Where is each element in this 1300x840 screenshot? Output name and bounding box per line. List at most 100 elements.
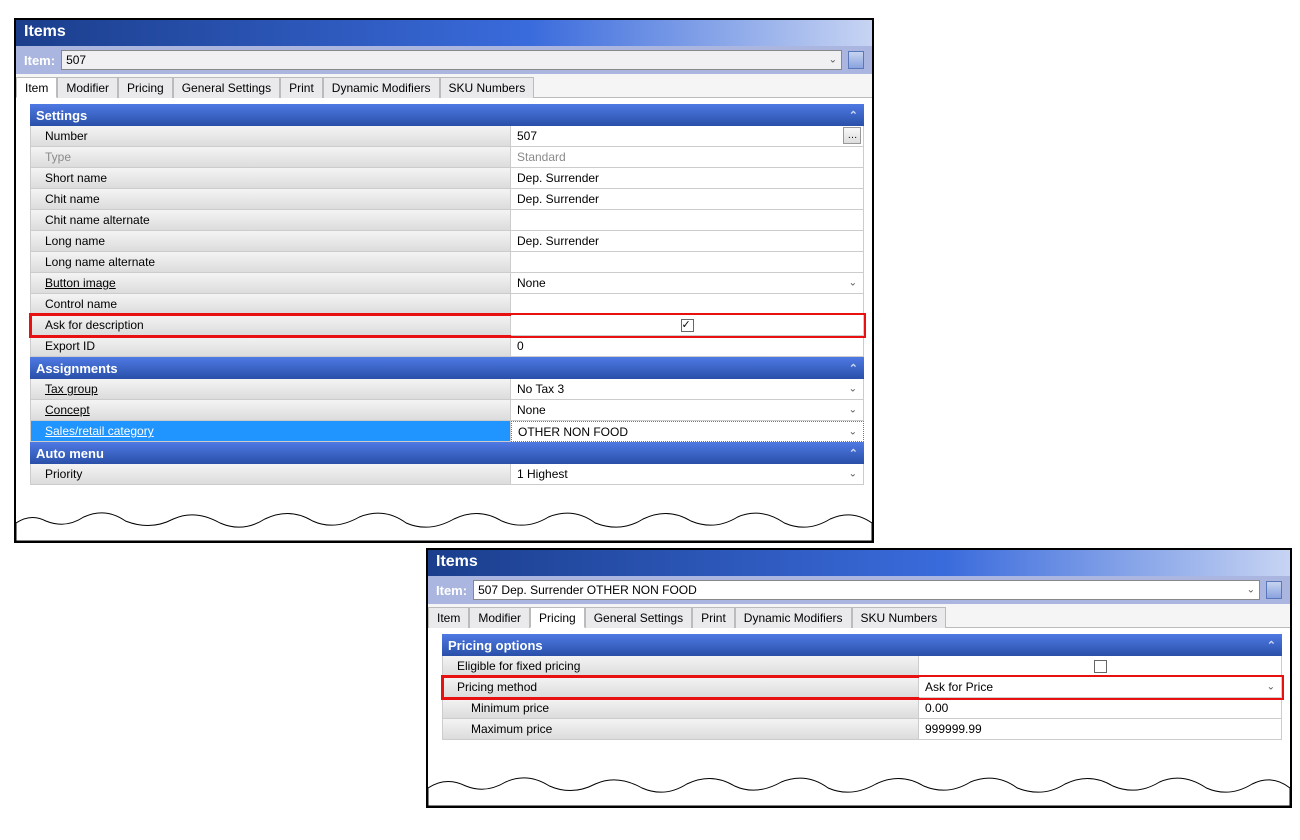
item-selector-row: Item: 507 ⌄ xyxy=(16,46,872,74)
row-chit-name: Chit name Dep. Surrender xyxy=(31,189,864,210)
value-min-price[interactable]: 0.00 xyxy=(919,698,1282,719)
item-dropdown-value: 507 xyxy=(66,53,86,67)
value-long-name-alt[interactable] xyxy=(511,252,864,273)
tab-strip: Item Modifier Pricing General Settings P… xyxy=(428,604,1290,628)
collapse-icon: ⌃ xyxy=(1267,639,1276,652)
tab-pricing[interactable]: Pricing xyxy=(530,607,585,628)
item-lookup-icon[interactable] xyxy=(848,51,864,69)
pricing-options-header-text: Pricing options xyxy=(448,638,543,653)
label-sales-retail: Sales/retail category xyxy=(31,421,511,442)
item-lookup-icon[interactable] xyxy=(1266,581,1282,599)
tab-strip: Item Modifier Pricing General Settings P… xyxy=(16,74,872,98)
row-chit-name-alt: Chit name alternate xyxy=(31,210,864,231)
torn-edge-decoration xyxy=(428,766,1290,806)
value-short-name[interactable]: Dep. Surrender xyxy=(511,168,864,189)
tab-modifier[interactable]: Modifier xyxy=(469,607,530,628)
value-control-name[interactable] xyxy=(511,294,864,315)
value-button-image[interactable]: None ⌄ xyxy=(511,273,864,294)
value-ask-desc[interactable] xyxy=(511,315,864,336)
row-type: Type Standard xyxy=(31,147,864,168)
row-sales-retail-category: Sales/retail category OTHER NON FOOD ⌄ xyxy=(31,421,864,442)
tab-print[interactable]: Print xyxy=(692,607,735,628)
tab-pricing[interactable]: Pricing xyxy=(118,77,173,98)
row-control-name: Control name xyxy=(31,294,864,315)
row-ask-for-description: Ask for description xyxy=(31,315,864,336)
label-number: Number xyxy=(31,126,511,147)
row-eligible-fixed: Eligible for fixed pricing xyxy=(443,656,1282,677)
chevron-down-icon: ⌄ xyxy=(849,278,857,289)
assignments-header[interactable]: Assignments ⌃ xyxy=(30,357,864,379)
value-pricing-method[interactable]: Ask for Price ⌄ xyxy=(919,677,1282,698)
tab-content: Settings ⌃ Number 507 … Type Standard Sh… xyxy=(16,98,872,485)
value-export-id[interactable]: 0 xyxy=(511,336,864,357)
chevron-down-icon: ⌄ xyxy=(1267,682,1275,693)
window-title-text: Items xyxy=(436,553,478,570)
row-tax-group: Tax group No Tax 3 ⌄ xyxy=(31,379,864,400)
item-dropdown[interactable]: 507 ⌄ xyxy=(61,50,842,70)
row-long-name: Long name Dep. Surrender xyxy=(31,231,864,252)
row-short-name: Short name Dep. Surrender xyxy=(31,168,864,189)
value-eligible-fixed[interactable] xyxy=(919,656,1282,677)
label-tax-group: Tax group xyxy=(31,379,511,400)
tab-dynamic-modifiers[interactable]: Dynamic Modifiers xyxy=(735,607,852,628)
label-export-id: Export ID xyxy=(31,336,511,357)
item-label: Item: xyxy=(436,583,467,598)
value-sales-retail[interactable]: OTHER NON FOOD ⌄ xyxy=(511,421,864,442)
label-chit-name: Chit name xyxy=(31,189,511,210)
value-tax-group[interactable]: No Tax 3 ⌄ xyxy=(511,379,864,400)
window-title-text: Items xyxy=(24,23,66,40)
label-long-name-alt: Long name alternate xyxy=(31,252,511,273)
row-pricing-method: Pricing method Ask for Price ⌄ xyxy=(443,677,1282,698)
chevron-down-icon: ⌄ xyxy=(849,384,857,395)
row-button-image: Button image None ⌄ xyxy=(31,273,864,294)
value-chit-name[interactable]: Dep. Surrender xyxy=(511,189,864,210)
tab-general-settings[interactable]: General Settings xyxy=(585,607,692,628)
value-long-name[interactable]: Dep. Surrender xyxy=(511,231,864,252)
assignments-grid: Tax group No Tax 3 ⌄ Concept None ⌄ Sale… xyxy=(30,379,864,442)
value-chit-name-alt[interactable] xyxy=(511,210,864,231)
chevron-down-icon: ⌄ xyxy=(829,55,837,66)
label-chit-name-alt: Chit name alternate xyxy=(31,210,511,231)
label-max-price: Maximum price xyxy=(443,719,919,740)
automenu-grid: Priority 1 Highest ⌄ xyxy=(30,464,864,485)
tab-item[interactable]: Item xyxy=(428,607,469,628)
chevron-down-icon: ⌄ xyxy=(849,426,857,437)
tab-sku-numbers[interactable]: SKU Numbers xyxy=(852,607,947,628)
eligible-fixed-checkbox[interactable] xyxy=(1094,660,1107,673)
tab-dynamic-modifiers[interactable]: Dynamic Modifiers xyxy=(323,77,440,98)
tab-content: Pricing options ⌃ Eligible for fixed pri… xyxy=(428,628,1290,740)
row-priority: Priority 1 Highest ⌄ xyxy=(31,464,864,485)
label-type: Type xyxy=(31,147,511,168)
ellipsis-button[interactable]: … xyxy=(843,127,861,144)
chevron-down-icon: ⌄ xyxy=(1247,585,1255,596)
label-eligible-fixed: Eligible for fixed pricing xyxy=(443,656,919,677)
pricing-options-header[interactable]: Pricing options ⌃ xyxy=(442,634,1282,656)
row-long-name-alt: Long name alternate xyxy=(31,252,864,273)
item-label: Item: xyxy=(24,53,55,68)
settings-header-text: Settings xyxy=(36,108,87,123)
label-long-name: Long name xyxy=(31,231,511,252)
ask-desc-checkbox[interactable] xyxy=(681,319,694,332)
item-dropdown-value: 507 Dep. Surrender OTHER NON FOOD xyxy=(478,583,697,597)
chevron-down-icon: ⌄ xyxy=(849,469,857,480)
label-control-name: Control name xyxy=(31,294,511,315)
collapse-icon: ⌃ xyxy=(849,109,858,122)
label-priority: Priority xyxy=(31,464,511,485)
automenu-header[interactable]: Auto menu ⌃ xyxy=(30,442,864,464)
window-title: Items xyxy=(16,20,872,46)
value-number[interactable]: 507 … xyxy=(511,126,864,147)
item-dropdown[interactable]: 507 Dep. Surrender OTHER NON FOOD ⌄ xyxy=(473,580,1260,600)
tab-modifier[interactable]: Modifier xyxy=(57,77,118,98)
tab-item[interactable]: Item xyxy=(16,77,57,98)
value-type: Standard xyxy=(511,147,864,168)
value-priority[interactable]: 1 Highest ⌄ xyxy=(511,464,864,485)
tab-print[interactable]: Print xyxy=(280,77,323,98)
value-concept[interactable]: None ⌄ xyxy=(511,400,864,421)
settings-header[interactable]: Settings ⌃ xyxy=(30,104,864,126)
value-max-price[interactable]: 999999.99 xyxy=(919,719,1282,740)
tab-sku-numbers[interactable]: SKU Numbers xyxy=(440,77,535,98)
row-max-price: Maximum price 999999.99 xyxy=(443,719,1282,740)
tab-general-settings[interactable]: General Settings xyxy=(173,77,280,98)
items-window-2: Items Item: 507 Dep. Surrender OTHER NON… xyxy=(426,548,1292,808)
row-concept: Concept None ⌄ xyxy=(31,400,864,421)
